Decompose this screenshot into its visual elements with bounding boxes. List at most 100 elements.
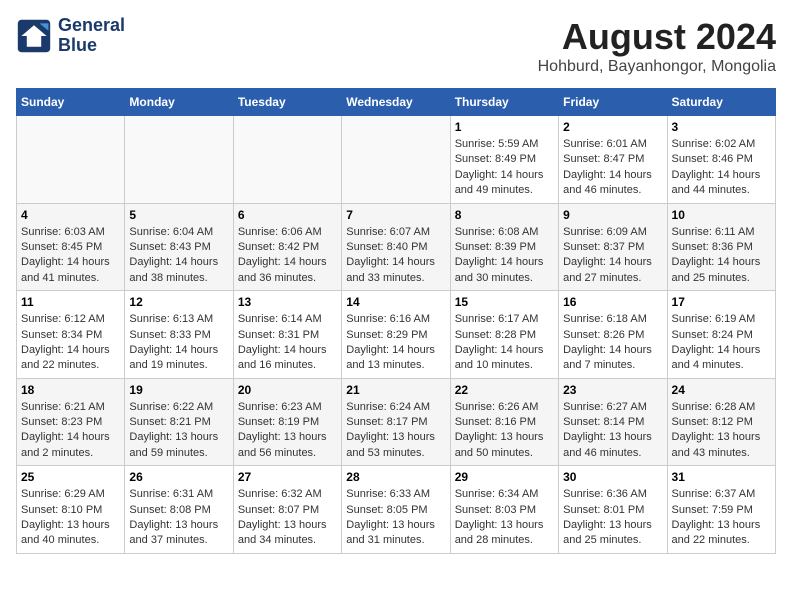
- calendar-cell: 12 Sunrise: 6:13 AM Sunset: 8:33 PM Dayli…: [125, 291, 233, 379]
- calendar-week-4: 18 Sunrise: 6:21 AM Sunset: 8:23 PM Dayli…: [17, 378, 776, 466]
- day-info: Sunrise: 6:27 AM Sunset: 8:14 PM Dayligh…: [563, 400, 662, 462]
- calendar-cell: 13Sunrise: 6:14 AM Sunset: 8:31 PM Dayli…: [233, 291, 341, 379]
- calendar-cell: 11Sunrise: 6:12 AM Sunset: 8:34 PM Dayli…: [17, 291, 125, 379]
- calendar-week-3: 11Sunrise: 6:12 AM Sunset: 8:34 PM Dayli…: [17, 291, 776, 379]
- calendar-cell: 7 Sunrise: 6:07 AM Sunset: 8:40 PM Daylig…: [342, 203, 450, 291]
- weekday-header-monday: Monday: [125, 89, 233, 116]
- day-number: 10: [672, 208, 771, 222]
- day-info: Sunrise: 6:17 AM Sunset: 8:28 PM Dayligh…: [455, 312, 554, 374]
- day-info: Sunrise: 6:26 AM Sunset: 8:16 PM Dayligh…: [455, 400, 554, 462]
- calendar-cell: 24 Sunrise: 6:28 AM Sunset: 8:12 PM Dayli…: [667, 378, 775, 466]
- calendar-cell: 1 Sunrise: 5:59 AM Sunset: 8:49 PM Daylig…: [450, 116, 558, 204]
- day-number: 25: [21, 470, 120, 484]
- calendar-week-1: 1 Sunrise: 5:59 AM Sunset: 8:49 PM Daylig…: [17, 116, 776, 204]
- day-info: Sunrise: 5:59 AM Sunset: 8:49 PM Dayligh…: [455, 137, 554, 199]
- day-number: 1: [455, 120, 554, 134]
- calendar-cell: 9 Sunrise: 6:09 AM Sunset: 8:37 PM Daylig…: [559, 203, 667, 291]
- day-number: 3: [672, 120, 771, 134]
- day-number: 16: [563, 295, 662, 309]
- calendar-cell: [17, 116, 125, 204]
- calendar-cell: 19 Sunrise: 6:22 AM Sunset: 8:21 PM Dayli…: [125, 378, 233, 466]
- calendar-cell: 17Sunrise: 6:19 AM Sunset: 8:24 PM Dayli…: [667, 291, 775, 379]
- day-number: 2: [563, 120, 662, 134]
- day-number: 6: [238, 208, 337, 222]
- day-info: Sunrise: 6:03 AM Sunset: 8:45 PM Dayligh…: [21, 225, 120, 287]
- day-number: 7: [346, 208, 445, 222]
- day-info: Sunrise: 6:06 AM Sunset: 8:42 PM Dayligh…: [238, 225, 337, 287]
- day-info: Sunrise: 6:13 AM Sunset: 8:33 PM Dayligh…: [129, 312, 228, 374]
- calendar-cell: 28 Sunrise: 6:33 AM Sunset: 8:05 PM Dayli…: [342, 466, 450, 554]
- day-info: Sunrise: 6:32 AM Sunset: 8:07 PM Dayligh…: [238, 487, 337, 549]
- day-info: Sunrise: 6:33 AM Sunset: 8:05 PM Dayligh…: [346, 487, 445, 549]
- calendar-cell: [342, 116, 450, 204]
- day-number: 18: [21, 383, 120, 397]
- calendar-cell: 22 Sunrise: 6:26 AM Sunset: 8:16 PM Dayli…: [450, 378, 558, 466]
- day-number: 23: [563, 383, 662, 397]
- day-number: 17: [672, 295, 771, 309]
- calendar-cell: 6 Sunrise: 6:06 AM Sunset: 8:42 PM Daylig…: [233, 203, 341, 291]
- calendar-cell: 26 Sunrise: 6:31 AM Sunset: 8:08 PM Dayli…: [125, 466, 233, 554]
- weekday-header-saturday: Saturday: [667, 89, 775, 116]
- calendar-cell: 4 Sunrise: 6:03 AM Sunset: 8:45 PM Daylig…: [17, 203, 125, 291]
- day-info: Sunrise: 6:16 AM Sunset: 8:29 PM Dayligh…: [346, 312, 445, 374]
- day-info: Sunrise: 6:29 AM Sunset: 8:10 PM Dayligh…: [21, 487, 120, 549]
- day-number: 13: [238, 295, 337, 309]
- day-number: 24: [672, 383, 771, 397]
- calendar-cell: 29Sunrise: 6:34 AM Sunset: 8:03 PM Dayli…: [450, 466, 558, 554]
- day-info: Sunrise: 6:23 AM Sunset: 8:19 PM Dayligh…: [238, 400, 337, 462]
- day-info: Sunrise: 6:22 AM Sunset: 8:21 PM Dayligh…: [129, 400, 228, 462]
- day-info: Sunrise: 6:02 AM Sunset: 8:46 PM Dayligh…: [672, 137, 771, 199]
- day-number: 5: [129, 208, 228, 222]
- logo-icon: [16, 18, 52, 54]
- day-number: 4: [21, 208, 120, 222]
- calendar-cell: 31Sunrise: 6:37 AM Sunset: 7:59 PM Dayli…: [667, 466, 775, 554]
- day-number: 8: [455, 208, 554, 222]
- calendar-cell: 8 Sunrise: 6:08 AM Sunset: 8:39 PM Daylig…: [450, 203, 558, 291]
- day-number: 9: [563, 208, 662, 222]
- day-number: 22: [455, 383, 554, 397]
- day-number: 26: [129, 470, 228, 484]
- weekday-header-wednesday: Wednesday: [342, 89, 450, 116]
- calendar-cell: 25 Sunrise: 6:29 AM Sunset: 8:10 PM Dayli…: [17, 466, 125, 554]
- calendar-cell: 18 Sunrise: 6:21 AM Sunset: 8:23 PM Dayli…: [17, 378, 125, 466]
- day-number: 31: [672, 470, 771, 484]
- logo: General Blue: [16, 16, 125, 56]
- logo-text: General Blue: [58, 16, 125, 56]
- day-info: Sunrise: 6:01 AM Sunset: 8:47 PM Dayligh…: [563, 137, 662, 199]
- day-info: Sunrise: 6:11 AM Sunset: 8:36 PM Dayligh…: [672, 225, 771, 287]
- day-number: 19: [129, 383, 228, 397]
- calendar-cell: [233, 116, 341, 204]
- weekday-header-sunday: Sunday: [17, 89, 125, 116]
- calendar-cell: 10 Sunrise: 6:11 AM Sunset: 8:36 PM Dayli…: [667, 203, 775, 291]
- day-info: Sunrise: 6:36 AM Sunset: 8:01 PM Dayligh…: [563, 487, 662, 549]
- header: General Blue August 2024 Hohburd, Bayanh…: [16, 16, 776, 76]
- weekday-header-tuesday: Tuesday: [233, 89, 341, 116]
- calendar-cell: 16 Sunrise: 6:18 AM Sunset: 8:26 PM Dayli…: [559, 291, 667, 379]
- day-number: 20: [238, 383, 337, 397]
- day-number: 29: [455, 470, 554, 484]
- day-number: 21: [346, 383, 445, 397]
- title-area: August 2024 Hohburd, Bayanhongor, Mongol…: [538, 16, 776, 76]
- day-info: Sunrise: 6:31 AM Sunset: 8:08 PM Dayligh…: [129, 487, 228, 549]
- calendar-cell: 3 Sunrise: 6:02 AM Sunset: 8:46 PM Daylig…: [667, 116, 775, 204]
- calendar-table: SundayMondayTuesdayWednesdayThursdayFrid…: [16, 88, 776, 554]
- weekday-header-thursday: Thursday: [450, 89, 558, 116]
- calendar-cell: 2 Sunrise: 6:01 AM Sunset: 8:47 PM Daylig…: [559, 116, 667, 204]
- day-info: Sunrise: 6:08 AM Sunset: 8:39 PM Dayligh…: [455, 225, 554, 287]
- day-info: Sunrise: 6:04 AM Sunset: 8:43 PM Dayligh…: [129, 225, 228, 287]
- day-number: 28: [346, 470, 445, 484]
- calendar-week-5: 25 Sunrise: 6:29 AM Sunset: 8:10 PM Dayli…: [17, 466, 776, 554]
- day-info: Sunrise: 6:28 AM Sunset: 8:12 PM Dayligh…: [672, 400, 771, 462]
- day-info: Sunrise: 6:21 AM Sunset: 8:23 PM Dayligh…: [21, 400, 120, 462]
- day-number: 27: [238, 470, 337, 484]
- day-number: 14: [346, 295, 445, 309]
- day-info: Sunrise: 6:09 AM Sunset: 8:37 PM Dayligh…: [563, 225, 662, 287]
- weekday-header-friday: Friday: [559, 89, 667, 116]
- day-info: Sunrise: 6:18 AM Sunset: 8:26 PM Dayligh…: [563, 312, 662, 374]
- calendar-cell: 5 Sunrise: 6:04 AM Sunset: 8:43 PM Daylig…: [125, 203, 233, 291]
- day-number: 12: [129, 295, 228, 309]
- day-number: 30: [563, 470, 662, 484]
- calendar-week-2: 4 Sunrise: 6:03 AM Sunset: 8:45 PM Daylig…: [17, 203, 776, 291]
- day-info: Sunrise: 6:07 AM Sunset: 8:40 PM Dayligh…: [346, 225, 445, 287]
- calendar-cell: 15Sunrise: 6:17 AM Sunset: 8:28 PM Dayli…: [450, 291, 558, 379]
